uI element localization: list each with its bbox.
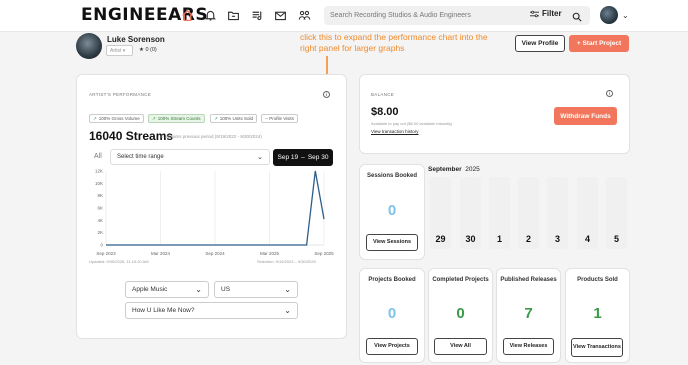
chip-units-sold[interactable]: ↗ 100% Units Sold <box>210 114 258 123</box>
bell-icon[interactable] <box>203 8 218 23</box>
filter-icon <box>530 10 539 17</box>
sessions-title: Sessions Booked <box>366 173 417 179</box>
chip-label: 100% Gross Volume <box>98 116 140 121</box>
start-project-button[interactable]: + Start Project <box>569 35 629 52</box>
song-select[interactable]: How U Like Me Now? ⌄ <box>125 302 298 319</box>
balance-title: BALANCE <box>371 92 395 97</box>
chip-label: 100% Units Sold <box>219 116 254 121</box>
balance-amount: $8.00 <box>371 106 399 118</box>
chevron-down-icon: ⌄ <box>284 306 291 315</box>
role-select[interactable]: Artist ▾ <box>106 45 133 56</box>
music-list-icon[interactable] <box>250 8 265 23</box>
role-select-value: Artist <box>110 48 122 54</box>
top-bar: ENGINEEARS Search Recording Studios & Au… <box>0 0 688 32</box>
expand-info-icon[interactable]: i <box>323 91 330 98</box>
chevron-down-icon: ⌄ <box>257 154 263 161</box>
calendar-year: 2025 <box>465 166 480 173</box>
search-icon[interactable] <box>572 9 584 22</box>
mail-icon[interactable] <box>273 8 288 23</box>
chip-stream-counts[interactable]: ↗ 100% Stream Counts <box>148 114 205 123</box>
filter-label: Filter <box>542 9 562 18</box>
date-separator: – <box>301 154 305 161</box>
y-tick-label: 12K <box>95 169 103 174</box>
profile-avatar <box>76 33 102 59</box>
folder-icon[interactable] <box>226 8 241 23</box>
x-tick-label: Mar 2024 <box>151 251 171 256</box>
chart-gridlines <box>105 171 325 245</box>
calendar-month: September 2025 <box>428 166 480 173</box>
performance-chart[interactable]: 12K 10K 8K 6K 4K 2K 0 Sep 2023 Mar 2024 Sep 2024… <box>88 167 338 259</box>
chip-gross-volume[interactable]: ↗ 100% Gross Volume <box>89 114 144 123</box>
day-number: 30 <box>465 234 476 244</box>
day-number: 1 <box>496 234 502 244</box>
chevron-down-icon[interactable]: ⌄ <box>622 11 629 20</box>
published-releases-value: 7 <box>524 305 533 322</box>
rating: ★ 0 (0) <box>139 47 157 53</box>
country-value: US <box>221 286 231 293</box>
chevron-down-icon: ⌄ <box>284 285 291 294</box>
x-tick-label: Sep 2023 <box>96 251 116 256</box>
platform-value: Apple Music <box>132 286 168 293</box>
filter-button[interactable]: Filter <box>530 9 562 18</box>
view-releases-button[interactable]: View Releases <box>503 338 554 355</box>
balance-subtext: Available to pay out ($8.00 available in… <box>371 121 453 126</box>
chip-label: 100% Stream Counts <box>157 116 201 121</box>
user-avatar[interactable] <box>600 6 618 24</box>
y-tick-label: 10K <box>95 181 103 186</box>
completed-projects-title: Completed Projects <box>432 277 489 283</box>
day-number: 29 <box>435 234 446 244</box>
completed-projects-value: 0 <box>456 305 465 322</box>
projects-booked-title: Projects Booked <box>368 277 416 283</box>
chip-profile-visits[interactable]: -- Profile Visits <box>261 114 298 123</box>
x-tick-label: Sep 2025 <box>314 251 334 256</box>
y-axis: 12K 10K 8K 6K 4K 2K 0 <box>95 169 104 248</box>
selection-range: Selection: 9/19/2023 – 9/30/2025 <box>257 259 316 264</box>
song-value: How U Like Me Now? <box>132 307 195 314</box>
projects-booked-value: 0 <box>387 305 397 322</box>
x-tick-label: Mar 2025 <box>260 251 280 256</box>
platform-select[interactable]: Apple Music ⌄ <box>125 281 209 298</box>
y-tick-label: 2K <box>97 230 103 235</box>
view-projects-button[interactable]: View Projects <box>366 338 418 355</box>
y-tick-label: 4K <box>97 218 103 223</box>
withdraw-funds-button[interactable]: Withdraw Funds <box>554 107 617 125</box>
day-number: 5 <box>613 234 619 244</box>
y-tick-label: 6K <box>97 206 103 211</box>
x-tick-label: Sep 2024 <box>205 251 225 256</box>
x-axis: Sep 2023 Mar 2024 Sep 2024 Mar 2025 Sep 2025 <box>96 244 334 256</box>
day-number: 2 <box>525 234 531 244</box>
transaction-history-link[interactable]: View transaction history <box>371 129 418 134</box>
community-icon[interactable] <box>297 8 312 23</box>
annotation-text: click this to expand the performance cha… <box>300 32 488 53</box>
updated-timestamp: Updated: 9/30/2025, 11:15:20 AM <box>89 259 149 264</box>
y-tick-label: 0 <box>100 243 103 248</box>
products-sold-title: Products Sold <box>577 277 618 283</box>
products-sold-value: 1 <box>593 305 602 322</box>
view-sessions-button[interactable]: View Sessions <box>366 234 418 251</box>
day-number: 3 <box>554 234 560 244</box>
performance-title: ARTIST'S PERFORMANCE <box>89 92 152 97</box>
range-all[interactable]: All <box>94 153 102 160</box>
sessions-value: 0 <box>387 202 397 219</box>
time-range-select[interactable]: Select time range ⌄ <box>110 149 270 165</box>
time-range-value: Select time range <box>117 154 164 160</box>
balance-info-icon[interactable]: i <box>606 90 613 97</box>
country-select[interactable]: US ⌄ <box>214 281 298 298</box>
chevron-down-icon: ⌄ <box>195 285 202 294</box>
stream-count-previous: 0 Streams previous period (9/19/2022 - 9… <box>161 134 262 139</box>
calendar-month-name: September <box>428 166 462 173</box>
date-range-pill[interactable]: Sep 19 – Sep 30 <box>273 149 333 166</box>
view-profile-button[interactable]: View Profile <box>515 35 565 52</box>
y-tick-label: 8K <box>97 193 103 198</box>
profile-name: Luke Sorenson <box>107 35 165 44</box>
date-start: Sep 19 <box>277 154 299 161</box>
chip-label: -- Profile Visits <box>265 116 294 121</box>
view-all-button[interactable]: View All <box>434 338 487 355</box>
home-icon[interactable] <box>180 8 195 23</box>
view-transactions-button[interactable]: View Transactions <box>571 338 623 357</box>
published-releases-title: Published Releases <box>500 277 557 283</box>
date-end: Sep 30 <box>307 154 329 161</box>
day-number: 4 <box>584 234 590 244</box>
